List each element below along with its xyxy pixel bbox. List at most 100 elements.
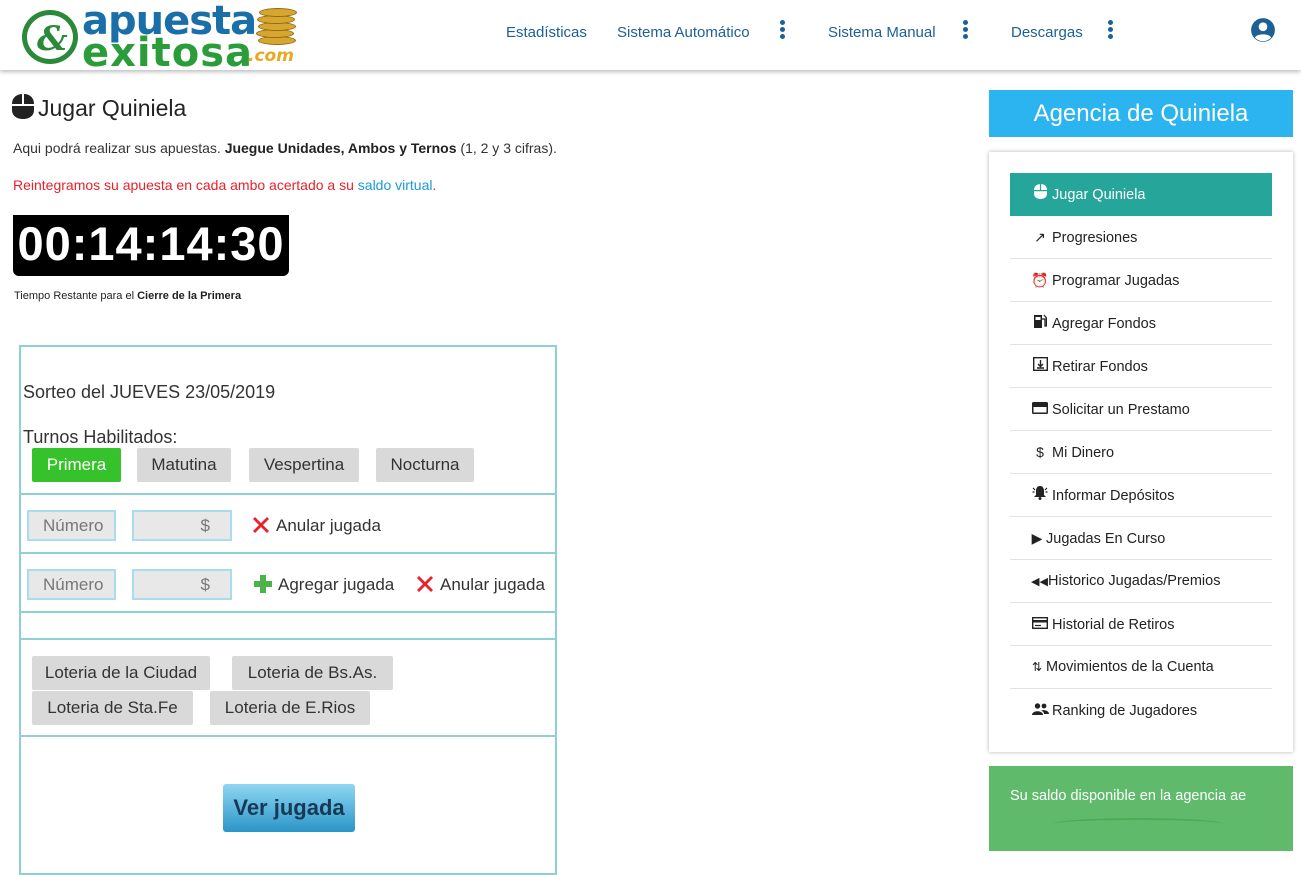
- intro-suffix: (1, 2 y 3 cifras).: [456, 140, 557, 156]
- intro-text: Aqui podrá realizar sus apuestas. Juegue…: [13, 140, 557, 156]
- top-navbar: & apuesta exitosa .com Estadísticas Sist…: [0, 0, 1301, 76]
- alert-bell-icon: [1031, 474, 1049, 517]
- turno-matutina-button[interactable]: Matutina: [137, 448, 231, 482]
- notice-prefix: Reintegramos su apuesta en cada ambo ace…: [13, 177, 358, 193]
- menu-item-label: Mi Dinero: [1052, 445, 1115, 461]
- site-logo[interactable]: & apuesta exitosa .com: [22, 0, 302, 76]
- menu-item-mi-dinero[interactable]: $ Mi Dinero: [1010, 431, 1272, 474]
- menu-item-label: Progresiones: [1052, 230, 1138, 246]
- play-icon: ▶: [1031, 530, 1043, 546]
- monto-input[interactable]: $: [132, 510, 232, 541]
- saldo-banner: Su saldo disponible en la agencia ae: [989, 766, 1293, 851]
- coins-icon: [256, 6, 297, 50]
- more-vert-icon[interactable]: [1108, 20, 1114, 40]
- loteria-erios-button[interactable]: Loteria de E.Rios: [210, 691, 370, 725]
- menu-item-retirar-fondos[interactable]: Retirar Fondos: [1010, 345, 1272, 388]
- agregar-jugada-button[interactable]: Agregar jugada: [254, 575, 394, 595]
- page-title-text: Jugar Quiniela: [38, 95, 187, 121]
- menu-item-label: Informar Depósitos: [1052, 488, 1175, 504]
- turno-nocturna-button[interactable]: Nocturna: [376, 448, 474, 482]
- swap-vertical-icon: ⇅: [1031, 660, 1043, 674]
- notice-suffix: .: [432, 177, 437, 193]
- monto-input[interactable]: $: [132, 569, 232, 600]
- menu-item-label: Agregar Fondos: [1052, 316, 1156, 332]
- ver-jugada-button[interactable]: Ver jugada: [223, 784, 355, 832]
- menu-item-label: Historial de Retiros: [1052, 617, 1175, 633]
- menu-item-label: Ranking de Jugadores: [1052, 703, 1198, 719]
- menu-item-label: Jugadas En Curso: [1046, 531, 1166, 547]
- menu-item-jugadas-en-curso[interactable]: ▶ Jugadas En Curso: [1010, 517, 1272, 560]
- more-vert-icon[interactable]: [780, 20, 786, 40]
- menu-item-jugar-quiniela[interactable]: Jugar Quiniela: [1010, 173, 1272, 216]
- draw-date: Sorteo del JUEVES 23/05/2019: [23, 382, 276, 402]
- alarm-clock-icon: ⏰: [1031, 272, 1049, 288]
- more-vert-icon[interactable]: [963, 20, 969, 40]
- trending-up-icon: ↗: [1034, 229, 1046, 245]
- nav-sistema-manual[interactable]: Sistema Manual: [828, 24, 936, 41]
- menu-item-informar-depositos[interactable]: Informar Depósitos: [1010, 474, 1272, 517]
- anular-jugada-button[interactable]: Anular jugada: [252, 516, 381, 536]
- refund-notice: Reintegramos su apuesta en cada ambo ace…: [13, 177, 436, 193]
- menu-item-programar-jugadas[interactable]: ⏰ Programar Jugadas: [1010, 259, 1272, 302]
- saldo-text: Su saldo disponible en la agencia ae: [1010, 788, 1247, 804]
- menu-item-label: Programar Jugadas: [1052, 273, 1180, 289]
- menu-item-label: Historico Jugadas/Premios: [1048, 573, 1221, 589]
- rewind-icon: ◀◀: [1031, 576, 1048, 588]
- logo-text-bottom: exitosa: [82, 30, 254, 76]
- agregar-jugada-label: Agregar jugada: [278, 575, 395, 594]
- loteria-stafe-button[interactable]: Loteria de Sta.Fe: [32, 691, 193, 725]
- loteria-ciudad-button[interactable]: Loteria de la Ciudad: [32, 656, 210, 690]
- numero-input[interactable]: Número: [27, 510, 116, 541]
- numero-input[interactable]: Número: [27, 569, 116, 600]
- menu-item-label: Solicitar un Prestamo: [1052, 402, 1190, 418]
- divider: [21, 735, 555, 737]
- divider: [21, 611, 555, 613]
- dollar-icon: $: [1036, 444, 1044, 460]
- close-x-icon: [417, 576, 433, 592]
- timer-caption: Tiempo Restante para el Cierre de la Pri…: [14, 290, 241, 302]
- saldo-decoration: [1053, 818, 1223, 830]
- saldo-virtual-link[interactable]: saldo virtual: [358, 177, 433, 193]
- mouse-icon: [12, 94, 34, 119]
- card-history-icon: [1031, 603, 1049, 646]
- menu-item-historico-jugadas[interactable]: ◀◀Historico Jugadas/Premios: [1010, 560, 1272, 603]
- menu-item-historial-retiros[interactable]: Historial de Retiros: [1010, 603, 1272, 646]
- download-box-icon: [1031, 345, 1049, 388]
- logo-text-com: .com: [248, 46, 294, 66]
- menu-item-solicitar-prestamo[interactable]: Solicitar un Prestamo: [1010, 388, 1272, 431]
- agency-title: Agencia de Quiniela: [989, 90, 1293, 137]
- nav-descargas[interactable]: Descargas: [1011, 24, 1083, 41]
- close-x-icon: [253, 517, 269, 533]
- menu-item-label: Jugar Quiniela: [1052, 187, 1146, 203]
- turnos-label: Turnos Habilitados:: [23, 427, 178, 447]
- anular-jugada-label: Anular jugada: [276, 516, 381, 535]
- nav-estadisticas[interactable]: Estadísticas: [506, 24, 587, 41]
- loteria-bsas-button[interactable]: Loteria de Bs.As.: [232, 656, 393, 690]
- menu-item-label: Retirar Fondos: [1052, 359, 1148, 375]
- menu-item-label: Movimientos de la Cuenta: [1046, 659, 1214, 675]
- anular-jugada-button[interactable]: Anular jugada: [416, 575, 545, 595]
- anular-jugada-label: Anular jugada: [440, 575, 545, 594]
- intro-bold: Juegue Unidades, Ambos y Ternos: [224, 140, 457, 156]
- menu-item-movimientos-cuenta[interactable]: ⇅ Movimientos de la Cuenta: [1010, 646, 1272, 689]
- divider: [21, 552, 555, 554]
- menu-item-progresiones[interactable]: ↗ Progresiones: [1010, 216, 1272, 259]
- timer-caption-bold: Cierre de la Primera: [137, 290, 242, 302]
- menu-item-ranking-jugadores[interactable]: Ranking de Jugadores: [1010, 689, 1272, 732]
- divider: [21, 493, 555, 495]
- plus-icon: [254, 575, 272, 593]
- divider: [21, 638, 555, 640]
- account-circle-icon[interactable]: [1250, 17, 1276, 43]
- nav-sistema-automatico[interactable]: Sistema Automático: [617, 24, 750, 41]
- turno-vespertina-button[interactable]: Vespertina: [249, 448, 359, 482]
- fuel-pump-icon: [1031, 302, 1049, 345]
- intro-prefix: Aqui podrá realizar sus apuestas.: [13, 140, 225, 156]
- people-icon: [1031, 689, 1049, 732]
- mouse-icon: [1031, 173, 1049, 216]
- page-title: Jugar Quiniela: [12, 94, 186, 122]
- countdown-timer: 00:14:14:30: [13, 215, 289, 276]
- turno-primera-button[interactable]: Primera: [32, 448, 121, 482]
- credit-card-icon: [1031, 388, 1049, 431]
- menu-item-agregar-fondos[interactable]: Agregar Fondos: [1010, 302, 1272, 345]
- timer-caption-prefix: Tiempo Restante para el: [14, 290, 138, 302]
